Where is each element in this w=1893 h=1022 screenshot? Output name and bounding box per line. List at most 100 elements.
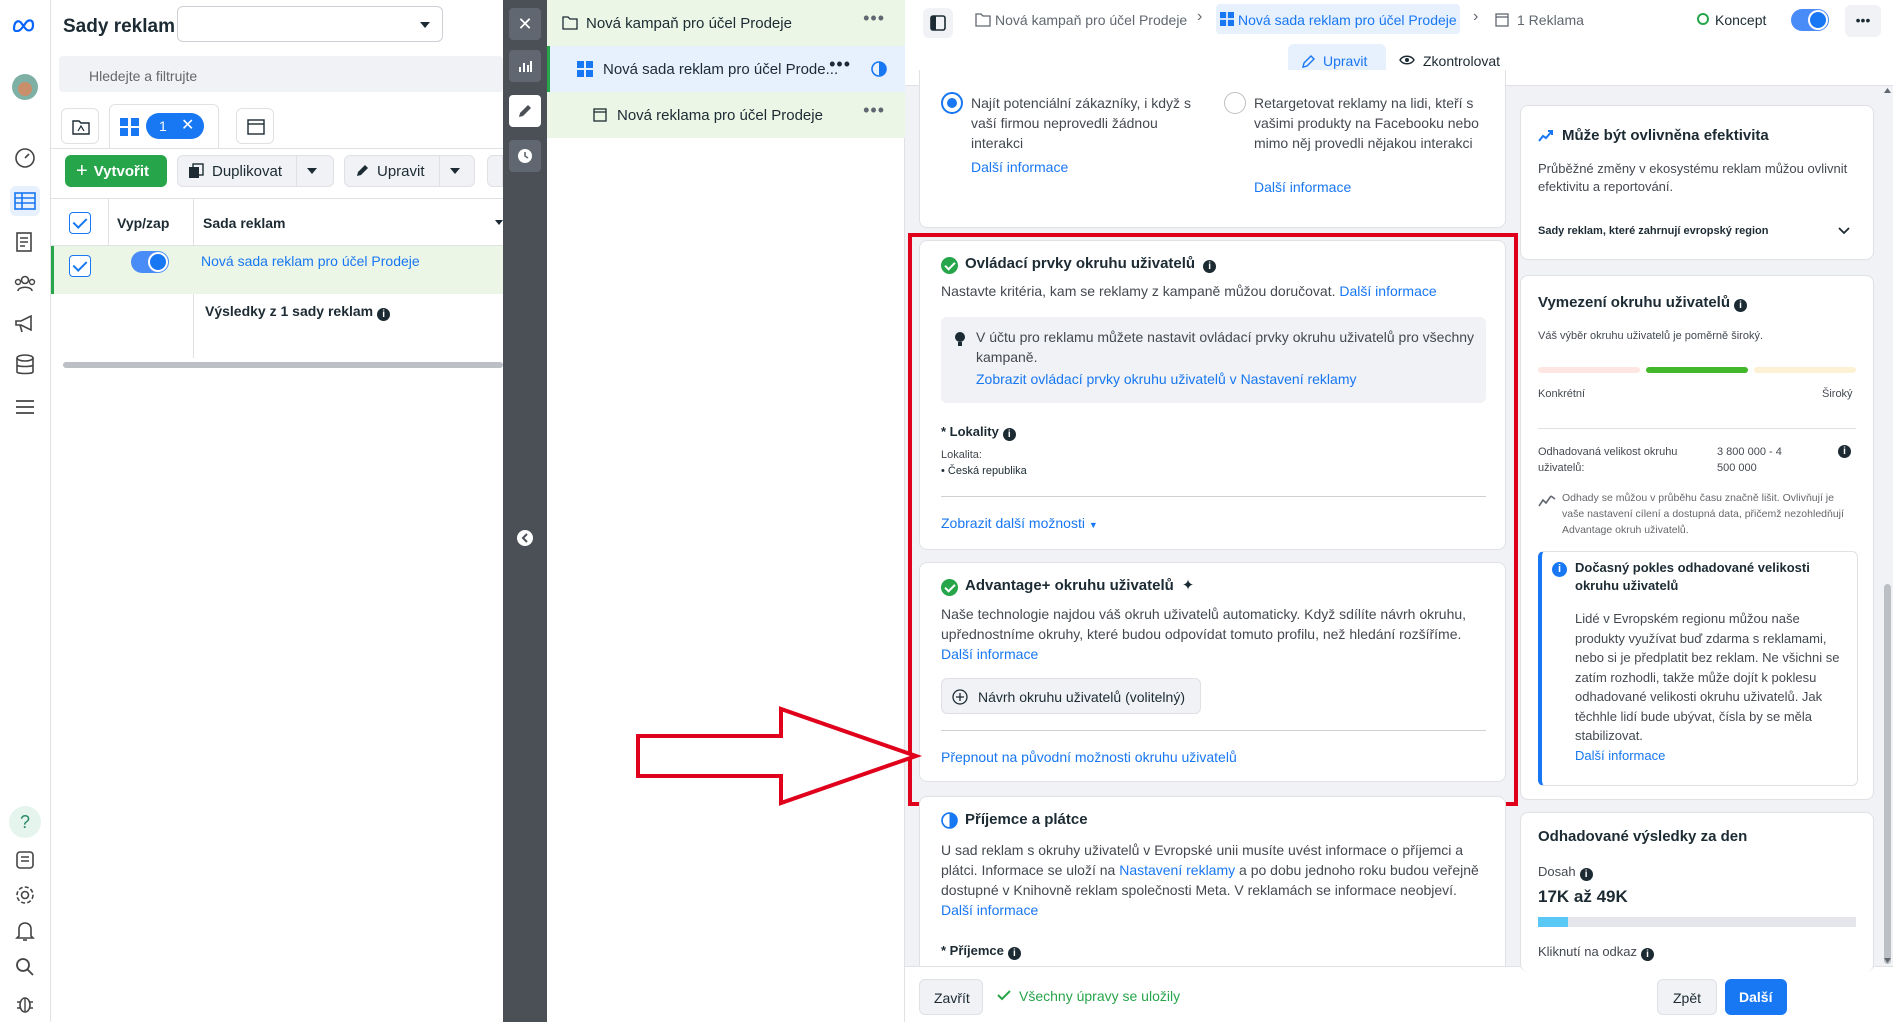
column-adset-name[interactable]: Sada reklam — [203, 213, 286, 233]
option1-learn-more[interactable]: Další informace — [971, 157, 1068, 177]
estimate-note: Odhady se můžou v průběhu času značně li… — [1562, 492, 1844, 536]
eye-icon — [1399, 55, 1415, 65]
ad-window-icon — [1495, 13, 1509, 27]
search-icon[interactable] — [12, 954, 38, 980]
info-icon[interactable]: i — [1838, 445, 1851, 458]
account-dropdown[interactable] — [177, 6, 443, 42]
edit-label: Upravit — [377, 162, 425, 180]
edit-button[interactable]: Upravit — [344, 155, 440, 187]
ad-sets-panel: Sady reklam Hledejte a filtrujte 1 ✕ + Vy… — [51, 0, 503, 1022]
duplicate-menu-button[interactable] — [296, 155, 334, 187]
billing-icon[interactable] — [12, 352, 38, 378]
chart-icon[interactable] — [509, 50, 541, 82]
dashboard-icon[interactable] — [12, 145, 38, 171]
selected-count: 1 — [159, 118, 167, 134]
pages-icon[interactable] — [12, 229, 38, 255]
tree-item-campaign[interactable]: Nová kampaň pro účel Prodeje ••• — [547, 0, 905, 46]
adset-onoff-toggle[interactable] — [131, 251, 169, 273]
drop-notice-learn-more[interactable]: Další informace — [1575, 747, 1665, 765]
breadcrumb-ad[interactable]: 1 Reklama — [1517, 10, 1584, 30]
tab-review[interactable]: Zkontrolovat — [1423, 51, 1500, 71]
settings-gear-icon[interactable] — [12, 882, 38, 908]
save-status: Všechny úpravy se uložily — [1019, 988, 1181, 1004]
create-button[interactable]: + Vytvořit — [65, 155, 167, 187]
more-options-icon[interactable]: ••• — [1845, 5, 1881, 37]
adsets-tab[interactable]: 1 ✕ — [109, 104, 219, 148]
payer-learn-more[interactable]: Další informace — [941, 902, 1038, 918]
next-button[interactable]: Další — [1725, 979, 1787, 1015]
row-checkbox[interactable] — [69, 255, 91, 277]
performance-description: Průběžné změny v ekosystému reklam můžou… — [1538, 161, 1848, 194]
region-expander[interactable]: Sady reklam, které zahrnují evropský reg… — [1538, 225, 1768, 237]
clear-selection-icon[interactable]: ✕ — [181, 115, 194, 135]
search-filter-bar[interactable]: Hledejte a filtrujte — [59, 56, 503, 92]
search-input[interactable]: Hledejte a filtrujte — [89, 66, 197, 86]
duplicate-button[interactable]: Duplikovat — [177, 155, 297, 187]
ad-window-icon — [593, 108, 607, 122]
more-options-icon[interactable]: ••• — [863, 100, 885, 121]
history-clock-icon[interactable] — [509, 140, 541, 172]
megaphone-icon[interactable] — [12, 311, 38, 337]
ads-tab[interactable] — [236, 108, 274, 144]
option2-radio[interactable] — [1224, 92, 1246, 114]
next-button-label: Další — [1739, 989, 1773, 1005]
close-button[interactable]: Zavřít — [919, 979, 983, 1015]
more-options-icon[interactable]: ••• — [863, 8, 885, 29]
avatar[interactable] — [12, 74, 38, 100]
daily-results-card: Odhadované výsledky za den Dosah i 17K až… — [1520, 812, 1874, 972]
toggle-sidebar-icon[interactable] — [923, 8, 953, 38]
info-icon[interactable]: i — [1007, 947, 1021, 960]
ads-manager-table-icon[interactable] — [10, 186, 40, 216]
collapse-panel-icon[interactable] — [517, 530, 533, 546]
table-row[interactable]: Nová sada reklam pro účel Prodeje — [51, 246, 503, 294]
meter-segment-specific — [1538, 367, 1640, 373]
option1-radio[interactable] — [941, 92, 963, 114]
more-actions-button[interactable] — [487, 155, 503, 187]
breadcrumb-campaign[interactable]: Nová kampaň pro účel Prodeje — [995, 10, 1187, 30]
edit-pencil-icon[interactable] — [509, 95, 541, 127]
horizontal-scrollbar[interactable] — [63, 362, 503, 368]
half-circle-status-icon — [941, 812, 958, 829]
half-circle-status-icon — [871, 61, 887, 77]
bug-report-icon[interactable] — [12, 990, 38, 1016]
adset-name-link[interactable]: Nová sada reklam pro účel Prodeje — [201, 251, 420, 271]
selection-chip[interactable]: 1 ✕ — [146, 113, 204, 139]
tree-item-adset[interactable]: Nová sada reklam pro účel Prode... ••• — [547, 46, 905, 92]
edit-menu-button[interactable] — [439, 155, 475, 187]
option2-learn-more[interactable]: Další informace — [1254, 177, 1351, 197]
publish-toggle[interactable] — [1791, 9, 1829, 31]
editor-area: Nová kampaň pro účel Prodeje › Nová sada… — [636, 0, 1893, 1022]
sort-arrow-icon[interactable] — [495, 220, 503, 225]
info-icon[interactable]: i — [377, 308, 391, 321]
scroll-down-icon[interactable] — [1884, 958, 1891, 963]
breadcrumb-chevron-icon: › — [1473, 8, 1479, 25]
news-icon[interactable] — [12, 847, 38, 873]
editor-scrollbar[interactable] — [1882, 86, 1893, 966]
more-options-icon[interactable]: ••• — [829, 54, 851, 75]
info-circle-icon: i — [1552, 562, 1567, 577]
chevron-down-icon[interactable] — [1838, 227, 1850, 235]
draft-status: Koncept — [1715, 12, 1767, 28]
close-editor-icon[interactable]: ✕ — [509, 8, 541, 40]
scrollbar-thumb[interactable] — [1884, 584, 1891, 964]
campaigns-tab[interactable] — [61, 108, 99, 144]
back-button[interactable]: Zpět — [1657, 979, 1717, 1015]
column-onoff[interactable]: Vyp/zap — [117, 213, 169, 233]
menu-icon[interactable] — [12, 394, 38, 420]
notifications-bell-icon[interactable] — [12, 918, 38, 944]
scroll-up-icon[interactable] — [1884, 88, 1891, 93]
audience-drop-notice: i Dočasný pokles odhadované velikosti ok… — [1538, 551, 1858, 786]
audiences-icon[interactable] — [12, 270, 38, 296]
info-icon[interactable]: i — [1579, 868, 1593, 881]
info-icon[interactable]: i — [1641, 948, 1655, 961]
ad-window-icon — [247, 119, 265, 135]
meta-logo-icon[interactable] — [12, 12, 38, 38]
breadcrumb-adset[interactable]: Nová sada reklam pro účel Prodeje — [1216, 4, 1460, 34]
ad-settings-link[interactable]: Nastavení reklamy — [1119, 862, 1235, 878]
tree-item-ad[interactable]: Nová reklama pro účel Prodeje ••• — [547, 92, 905, 138]
info-icon[interactable]: i — [1734, 299, 1747, 312]
help-icon[interactable]: ? — [9, 806, 41, 838]
select-all-checkbox[interactable] — [69, 212, 91, 234]
results-label: Výsledky z 1 sady reklam — [205, 303, 374, 319]
copy-icon — [189, 163, 204, 178]
